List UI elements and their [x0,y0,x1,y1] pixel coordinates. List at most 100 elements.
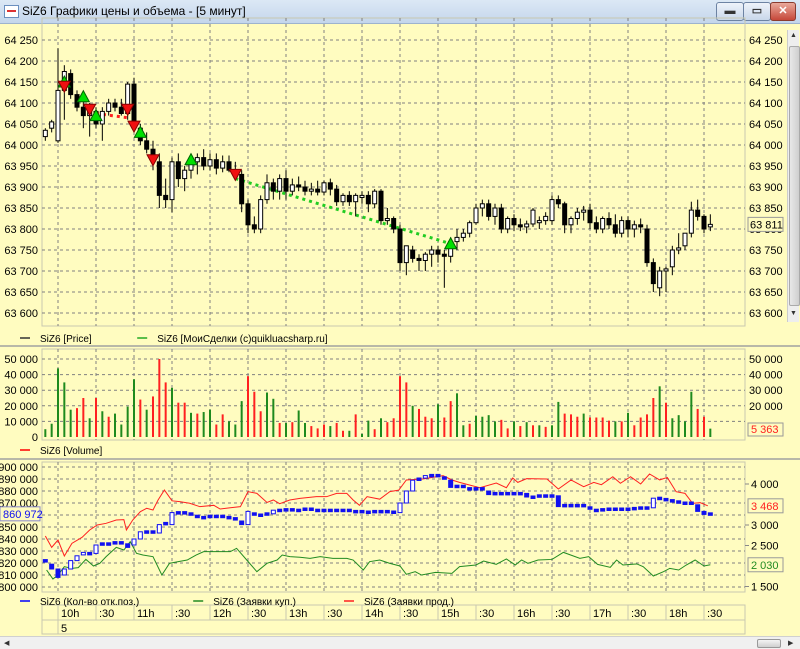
volume-bar [228,421,230,437]
price-candle [505,218,511,230]
open-interest-candle [460,484,466,489]
volume-bar [285,422,287,437]
price-candle [391,218,397,230]
horizontal-scrollbar[interactable]: ◀ ▶ [0,636,800,649]
open-interest-candle [581,503,587,508]
volume-bar [139,399,142,437]
volume-bar [538,425,541,437]
price-candle [359,194,365,198]
price-candle [454,236,460,243]
scroll-left-icon[interactable]: ◀ [4,639,9,647]
chart-canvas[interactable]: 10h:30 11h:30 12h:30 13h:30 14h:30 15h:30 16h:… [0,0,800,648]
price-candle [340,194,346,203]
volume-bar [709,428,712,437]
price-candle [346,194,352,203]
open-interest-candle [473,487,479,491]
plot-area [41,461,746,593]
price-candle [511,218,517,226]
volume-bar [297,410,300,437]
open-interest-candle [365,510,371,514]
volume-bar [354,414,357,437]
volume-bar [316,428,319,437]
price-candle [593,222,599,230]
price-candle [289,184,295,192]
volume-bar [373,429,376,437]
open-interest-candle [587,506,593,510]
price-axis-label-left: 64 200 [4,56,38,68]
open-interest-candle [239,520,245,526]
open-interest-candle [68,560,74,570]
price-candle [543,215,549,222]
volume-bar [202,412,205,437]
volume-bar [481,416,484,437]
price-candle [498,207,504,230]
scrollbar-thumb[interactable] [789,46,800,306]
volume-bar [620,421,623,437]
volume-bar [665,402,667,437]
time-label: 12h [213,608,231,620]
open-interest-candle [106,542,112,546]
price-axis-label-left: 63 700 [4,266,38,278]
buy-orders-value: 2 030 [751,560,779,572]
open-interest-candle [182,511,188,515]
open-interest-candle [707,512,713,516]
open-interest-candle [612,507,618,511]
volume-bar [424,416,427,437]
scroll-up-icon[interactable]: ▲ [790,32,797,39]
oi-axis-label: 890 000 [0,474,38,486]
price-candle [606,218,612,226]
price-candle [156,161,162,196]
open-interest-candle [213,514,219,519]
price-candle [631,224,637,230]
volume-bar [500,419,503,437]
price-candle [625,220,631,230]
open-interest-candle [701,510,707,515]
scroll-right-icon[interactable]: ▶ [788,639,793,647]
volume-bar [367,420,370,437]
buy-orders-line [46,540,711,580]
volume-bar [551,425,553,437]
price-candle [612,224,618,234]
volume-bar [418,408,420,437]
price-axis-label-right: 63 750 [749,245,783,257]
volume-bar [88,418,91,437]
price-axis-label-right: 63 850 [749,203,783,215]
time-label: :30 [99,608,114,620]
price-candle [296,184,302,188]
time-label: :30 [555,608,570,620]
volume-bar [310,426,313,437]
open-interest-candle [530,495,536,499]
open-interest-candle [277,508,283,513]
orders-axis-label: 4 000 [751,479,779,491]
time-label: :30 [175,608,190,620]
price-candle [106,102,112,112]
open-interest-candle [99,542,105,546]
price-axis-label-right: 63 600 [749,308,783,320]
volume-bar [101,411,104,437]
open-interest-candle [555,495,561,508]
price-vertical-scrollbar[interactable]: ▲ ▼ [787,30,800,322]
scrollbar-thumb[interactable] [757,639,781,648]
price-candle [619,220,625,234]
volume-bar [595,417,598,437]
volume-bar [449,401,452,437]
open-interest-candle [631,506,637,511]
open-interest-candle [638,506,644,510]
open-interest-candle [131,538,137,546]
volume-axis-label-left: 10 000 [4,416,38,428]
price-candle [492,207,498,217]
open-interest-candle [302,507,308,511]
price-candle [460,232,466,238]
scroll-down-icon[interactable]: ▼ [790,310,797,317]
price-candle [416,257,422,261]
volume-bar [196,413,199,437]
volume-bar [576,416,579,437]
orders-axis-label: 2 500 [751,541,779,553]
volume-bar [164,382,167,437]
volume-bar [272,398,275,437]
open-interest-candle [327,508,333,513]
open-interest-candle [321,508,327,513]
open-interest-candle [150,530,156,534]
volume-bar [475,415,477,437]
price-candle [669,249,675,268]
